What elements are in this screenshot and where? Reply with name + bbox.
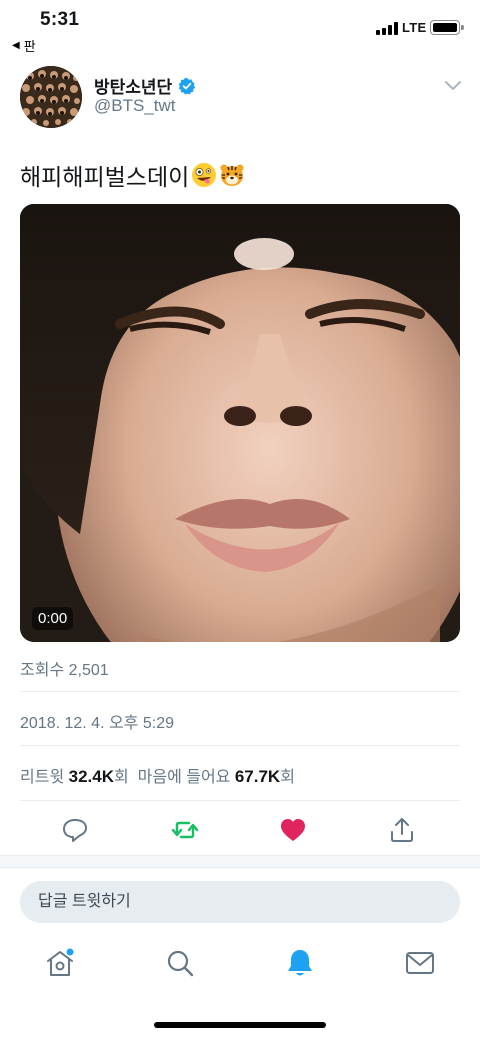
- retweet-icon[interactable]: [171, 816, 199, 844]
- likes-unit: 회: [280, 769, 295, 786]
- back-to-app-button[interactable]: ◀ 판: [12, 36, 36, 55]
- retweets-label[interactable]: 리트윗: [20, 769, 64, 786]
- engagement-stats: 리트윗 32.4K회 마음에 들어요 67.7K회: [20, 763, 295, 787]
- view-count: 조회수 2,501: [20, 662, 109, 679]
- like-icon[interactable]: [279, 816, 307, 844]
- network-type: LTE: [402, 20, 427, 35]
- status-time: 5:31: [40, 9, 80, 30]
- tweet-video[interactable]: 0:00: [20, 204, 460, 642]
- notifications-icon[interactable]: [284, 947, 316, 979]
- section-divider: [0, 855, 480, 867]
- tweet-text-content: 해피해피벌스데이: [20, 164, 190, 190]
- chevron-down-icon[interactable]: [444, 79, 462, 93]
- user-handle[interactable]: @BTS_twt: [94, 96, 176, 116]
- tiger-face-emoji-icon: [220, 164, 244, 186]
- tweet-timestamp: 2018. 12. 4. 오후 5:29: [20, 715, 174, 732]
- divider: [20, 800, 460, 801]
- retweets-count[interactable]: 32.4K: [69, 767, 114, 786]
- likes-count[interactable]: 67.7K: [235, 767, 280, 786]
- display-name-text: 방탄소년단: [94, 78, 173, 97]
- back-app-label: 판: [23, 39, 36, 54]
- tweet-actions: [0, 810, 480, 850]
- video-duration: 0:00: [32, 607, 74, 630]
- share-icon[interactable]: [388, 816, 416, 844]
- divider: [20, 745, 460, 746]
- back-arrow-icon: ◀: [12, 40, 20, 51]
- tab-bar: [0, 937, 480, 997]
- tweet-text: 해피해피벌스데이: [20, 158, 245, 192]
- reply-icon[interactable]: [61, 816, 89, 844]
- cellular-signal-icon: [376, 21, 398, 35]
- avatar[interactable]: [20, 66, 82, 128]
- search-icon[interactable]: [164, 947, 196, 979]
- reply-input[interactable]: 답글 트윗하기: [20, 881, 460, 923]
- likes-label[interactable]: 마음에 들어요: [138, 769, 231, 786]
- verified-badge-icon: [178, 77, 196, 94]
- display-name[interactable]: 방탄소년단: [94, 73, 196, 98]
- home-icon[interactable]: [44, 947, 76, 979]
- home-indicator[interactable]: [154, 1022, 326, 1028]
- zany-face-emoji-icon: [192, 163, 217, 187]
- status-bar: 5:31 ◀ 판 LTE: [0, 0, 480, 56]
- messages-icon[interactable]: [404, 947, 436, 979]
- reply-bar: 답글 트윗하기: [0, 867, 480, 937]
- battery-icon: [430, 20, 464, 35]
- retweets-unit: 회: [114, 769, 129, 786]
- divider: [20, 691, 460, 692]
